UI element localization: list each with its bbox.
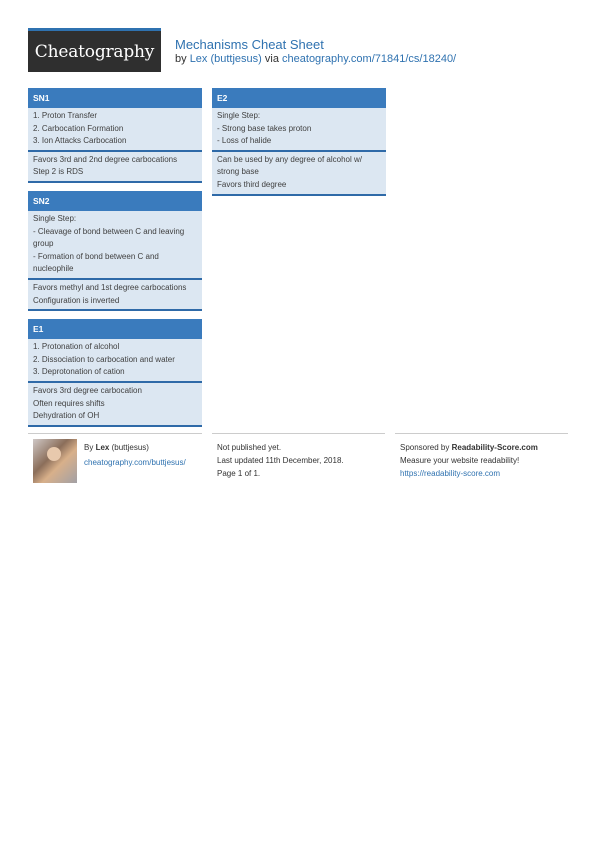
box-line: Often requires shifts <box>33 398 105 408</box>
footer-divider <box>395 433 568 434</box>
sheet-url-link[interactable]: cheatography.com/71841/cs/18240/ <box>282 53 456 65</box>
sponsor-link[interactable]: https://readability-score.com <box>400 469 500 478</box>
box-line: Step 2 is RDS <box>33 167 84 177</box>
sponsor-prefix: Sponsored by <box>400 443 450 452</box>
sponsor-name: Readability-Score.com <box>451 443 538 452</box>
sponsor-tagline: Measure your website readability! <box>400 456 520 465</box>
box-line: Single Step: <box>217 111 261 120</box>
box-section: Single Step: - Strong base takes proton - … <box>212 108 386 152</box>
column-right: E2 Single Step: - Strong base takes proton… <box>212 88 386 204</box>
author-avatar[interactable] <box>33 439 77 483</box>
box-line: 2. Carbocation Formation <box>33 123 124 133</box>
box-e2: E2 Single Step: - Strong base takes proton… <box>212 88 386 196</box>
box-section: Can be used by any degree of alcohol w/ … <box>212 151 386 196</box>
page-count: Page 1 of 1. <box>217 469 261 478</box>
box-line: Favors 3rd degree carbocation <box>33 385 142 395</box>
box-e1: E1 1. Protonation of alcohol 2. Dissociati… <box>28 319 202 427</box>
box-line: Favors methyl and 1st degree carbocation… <box>33 282 187 292</box>
box-line: - Strong base takes proton <box>217 123 312 133</box>
box-section: Single Step: - Cleavage of bond between C… <box>28 210 202 280</box>
box-line: - Loss of halide <box>217 136 272 146</box>
footer-author-link[interactable]: cheatography.com/buttjesus/ <box>84 458 186 467</box>
author-link[interactable]: Lex (buttjesus) <box>190 53 262 65</box>
box-title: SN2 <box>28 190 202 211</box>
box-line: 3. Deprotonation of cation <box>33 367 125 377</box>
logo-text: Cheatography <box>34 41 155 62</box>
footer-sponsor: Sponsored by Readability-Score.com Measu… <box>400 441 538 480</box>
published-status: Not published yet. <box>217 443 282 452</box>
box-line: - Formation of bond between C and nucleo… <box>33 251 159 274</box>
box-title: SN1 <box>28 88 202 108</box>
footer-divider <box>212 433 385 434</box>
box-line: Dehydration of OH <box>33 411 100 421</box>
box-section: 1. Protonation of alcohol 2. Dissociation… <box>28 339 202 383</box>
box-line: - Cleavage of bond between C and leaving… <box>33 226 185 249</box>
box-line: 1. Protonation of alcohol <box>33 342 120 352</box>
box-title: E2 <box>212 88 386 108</box>
box-line: Favors third degree <box>217 179 287 189</box>
box-line: 2. Dissociation to carbocation and water <box>33 354 175 364</box>
footer-meta: Not published yet. Last updated 11th Dec… <box>217 441 344 480</box>
via-text: via <box>264 53 279 65</box>
by-prefix: by <box>175 53 187 65</box>
box-line: Configuration is inverted <box>33 295 120 305</box>
box-line: 3. Ion Attacks Carbocation <box>33 136 127 146</box>
box-section: Favors 3rd and 2nd degree carbocations St… <box>28 151 202 183</box>
footer-author-handle: (buttjesus) <box>111 443 149 452</box>
byline: by Lex (buttjesus) via cheatography.com/… <box>175 53 456 65</box>
footer-author: By Lex (buttjesus) cheatography.com/butt… <box>84 441 186 469</box>
box-section: Favors methyl and 1st degree carbocation… <box>28 279 202 312</box>
box-title: E1 <box>28 319 202 340</box>
box-line: 1. Proton Transfer <box>33 111 98 120</box>
box-line: Can be used by any degree of alcohol w/ … <box>217 154 362 177</box>
box-sn1: SN1 1. Proton Transfer 2. Carbocation Form… <box>28 88 202 183</box>
footer-divider <box>28 433 202 434</box>
box-line: Favors 3rd and 2nd degree carbocations <box>33 154 178 164</box>
cheatography-logo[interactable]: Cheatography <box>28 28 161 72</box>
box-section: 1. Proton Transfer 2. Carbocation Formati… <box>28 108 202 152</box>
box-section: Favors 3rd degree carbocation Often requi… <box>28 382 202 427</box>
footer-author-name: Lex <box>95 443 110 452</box>
page-title[interactable]: Mechanisms Cheat Sheet <box>175 37 324 52</box>
box-line: Single Step: <box>33 213 77 223</box>
box-sn2: SN2 Single Step: - Cleavage of bond betwee… <box>28 190 202 312</box>
column-left: SN1 1. Proton Transfer 2. Carbocation Form… <box>28 88 202 435</box>
last-updated: Last updated 11th December, 2018. <box>217 456 344 465</box>
footer-by: By <box>84 443 94 452</box>
